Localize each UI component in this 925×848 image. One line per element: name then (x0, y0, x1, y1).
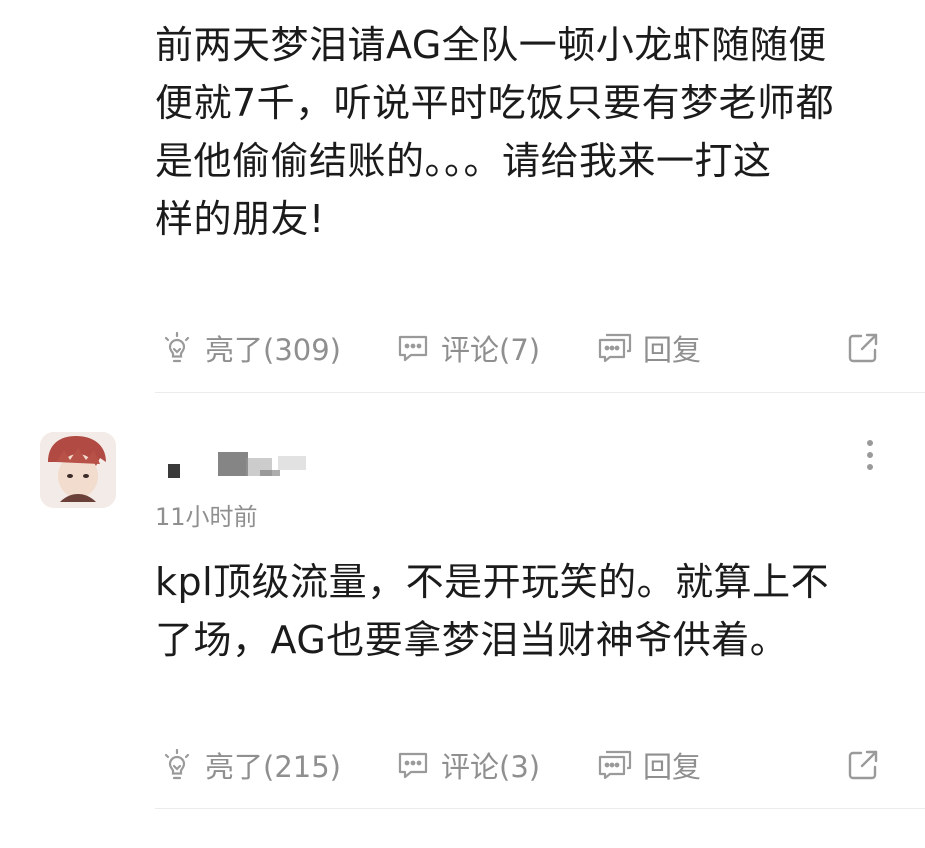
share-button[interactable] (845, 747, 891, 783)
reply-button[interactable]: 回复 (597, 327, 701, 369)
double-chat-icon (598, 333, 632, 363)
comment-count-label: 评论(3) (441, 750, 541, 784)
comment-divider (155, 808, 925, 809)
chat-bubble-icon (398, 752, 428, 779)
like-button[interactable]: 亮了(215) (159, 744, 341, 786)
comment-1-line: 便就7千，听说平时吃饭只要有梦老师都 (155, 81, 835, 125)
comment-1-line: 是他偷偷结账的。。。请给我来一打这 (155, 139, 772, 183)
comment-count-button[interactable]: 评论(3) (395, 744, 540, 786)
comment-2-line: 了场，AG也要拿梦泪当财神爷供着。 (155, 618, 789, 662)
comment-1-action-bar: 亮了(309) 评论(7) 回复 (155, 323, 895, 373)
comment-2-line: kpl顶级流量，不是开玩笑的。就算上不 (155, 560, 830, 604)
comment-1-line: 前两天梦泪请AG全队一顿小龙虾随随便 (155, 23, 827, 67)
share-icon (848, 750, 878, 780)
comment-count-button[interactable]: 评论(7) (395, 327, 540, 369)
timestamp: 11小时前 (155, 503, 258, 531)
share-icon (848, 333, 878, 363)
like-count-label: 亮了(309) (205, 333, 341, 367)
like-button[interactable]: 亮了(309) (159, 327, 341, 369)
more-vertical-icon[interactable] (860, 438, 880, 472)
lightbulb-icon (164, 748, 190, 780)
comment-2-action-bar: 亮了(215) 评论(3) 回复 (155, 740, 895, 790)
reply-button[interactable]: 回复 (597, 744, 701, 786)
username-blurred[interactable] (160, 450, 310, 478)
lightbulb-icon (164, 331, 190, 363)
comment-1-line: 样的朋友! (155, 197, 325, 241)
share-button[interactable] (845, 330, 891, 366)
comment-count-label: 评论(7) (441, 333, 541, 367)
comment-1-text: 前两天梦泪请AG全队一顿小龙虾随随便 便就7千，听说平时吃饭只要有梦老师都 是他… (155, 16, 895, 248)
reply-label: 回复 (643, 750, 702, 784)
comment-divider (155, 392, 925, 393)
double-chat-icon (598, 750, 632, 780)
avatar-image (40, 432, 116, 508)
chat-bubble-icon (398, 335, 428, 362)
reply-label: 回复 (643, 333, 702, 367)
avatar[interactable] (40, 432, 116, 508)
like-count-label: 亮了(215) (205, 750, 341, 784)
comment-2-text: kpl顶级流量，不是开玩笑的。就算上不 了场，AG也要拿梦泪当财神爷供着。 (155, 553, 895, 669)
